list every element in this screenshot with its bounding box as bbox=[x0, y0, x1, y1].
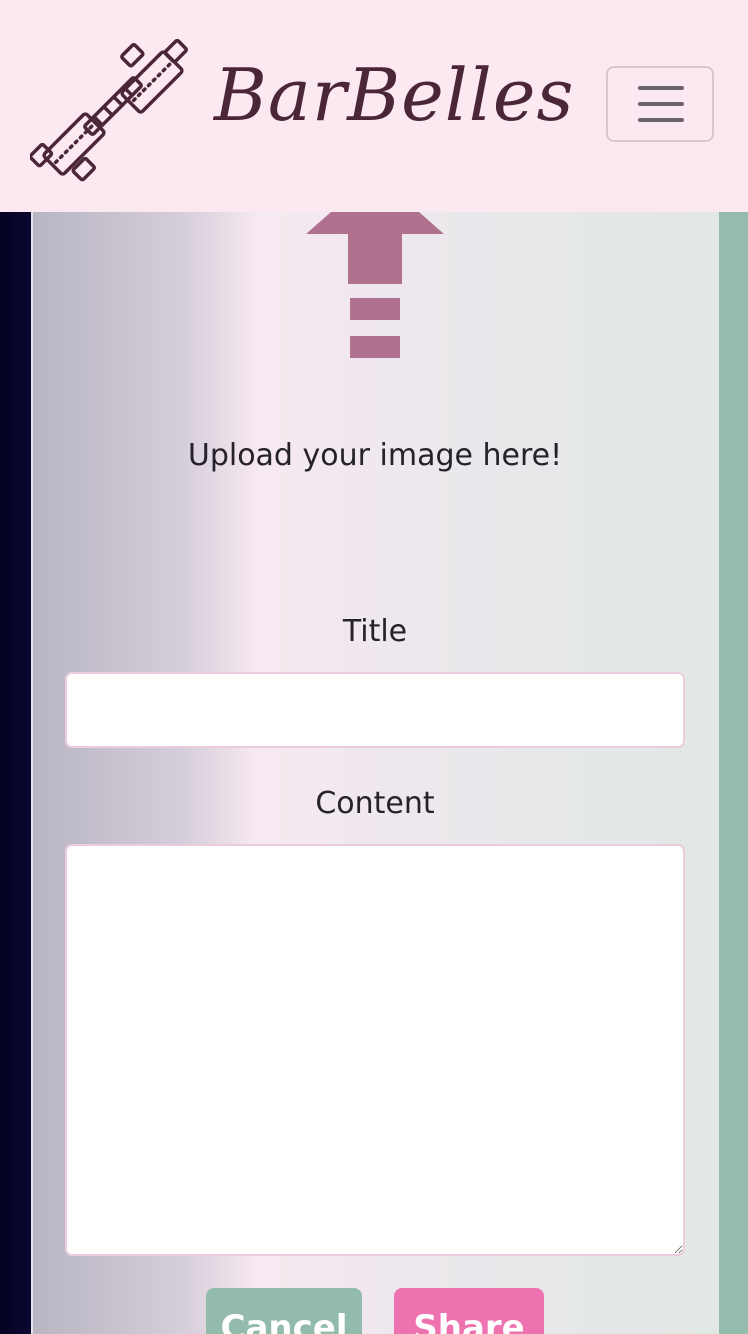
hamburger-menu-icon-bar bbox=[638, 102, 684, 106]
upload-instructions: Upload your image here! bbox=[187, 438, 563, 473]
navbar: BarBelles bbox=[0, 0, 748, 212]
upload-arrow-icon[interactable] bbox=[306, 212, 444, 362]
page-edge-right bbox=[719, 212, 748, 1334]
menu-toggle-button[interactable] bbox=[606, 66, 714, 142]
dumbbell-icon[interactable] bbox=[28, 24, 196, 188]
share-button[interactable]: Share bbox=[394, 1288, 544, 1334]
content-textarea[interactable] bbox=[65, 844, 685, 1256]
hamburger-menu-icon bbox=[638, 86, 684, 90]
hamburger-menu-icon-bar bbox=[638, 118, 684, 122]
brand-name[interactable]: BarBelles bbox=[214, 50, 574, 140]
content-label: Content bbox=[315, 786, 435, 821]
title-input[interactable] bbox=[65, 672, 685, 748]
page-edge-left bbox=[0, 212, 31, 1334]
cancel-button[interactable]: Cancel bbox=[206, 1288, 362, 1334]
title-label: Title bbox=[342, 614, 408, 649]
